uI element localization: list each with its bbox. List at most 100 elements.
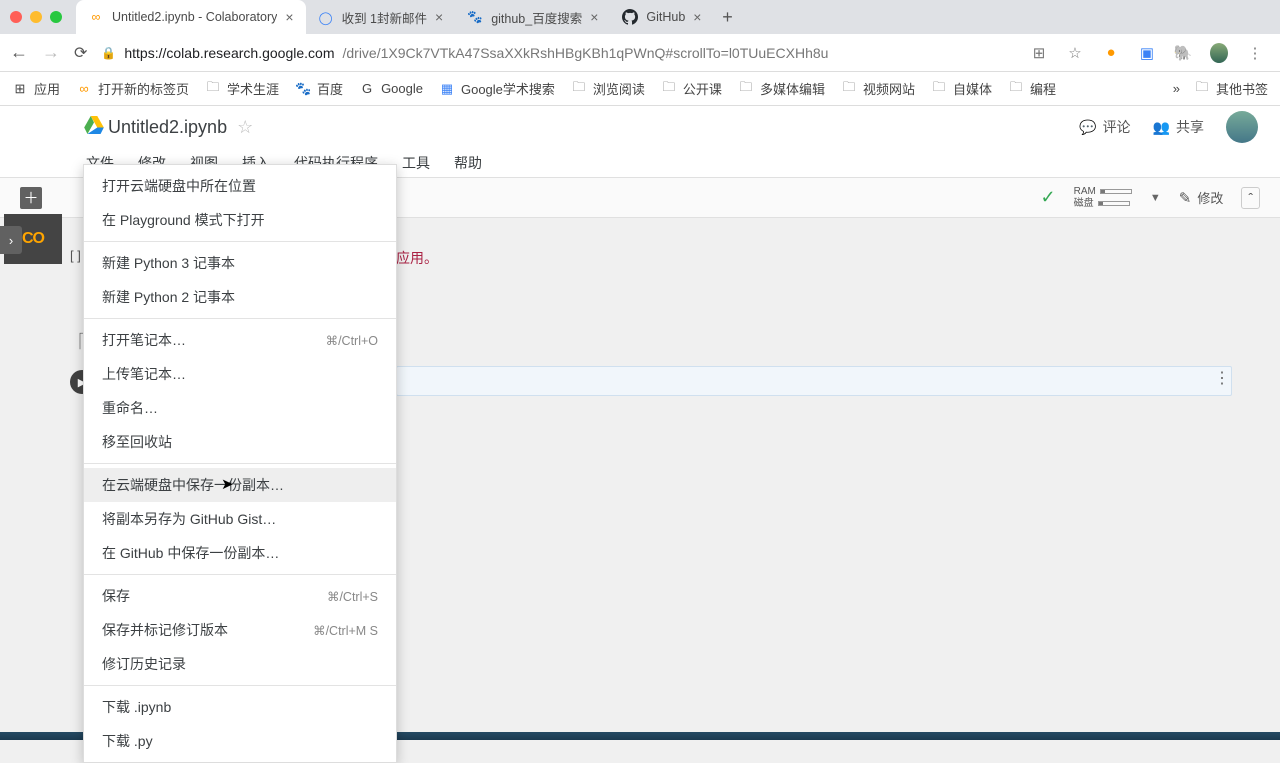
window-controls: [10, 11, 62, 23]
resource-meter[interactable]: RAM 磁盘: [1074, 186, 1132, 209]
apps-button[interactable]: ⊞应用: [12, 79, 60, 98]
bookmark-overflow[interactable]: »: [1173, 81, 1180, 96]
file-menu-item[interactable]: 打开云端硬盘中所在位置: [84, 169, 396, 203]
tab-mail[interactable]: ◯ 收到 1封新邮件 ×: [306, 0, 456, 34]
bookmark-folder[interactable]: 🗀视频网站: [841, 79, 915, 98]
new-tab-button[interactable]: +: [713, 7, 741, 28]
resource-dropdown[interactable]: ▼: [1150, 192, 1161, 204]
lock-icon: 🔒: [101, 46, 116, 60]
menu-item-label: 打开笔记本…: [102, 330, 186, 350]
tab-title: Untitled2.ipynb - Colaboratory: [112, 10, 277, 24]
bookmark-folder[interactable]: 🗀自媒体: [931, 79, 992, 98]
menu-item-label: 修订历史记录: [102, 654, 186, 674]
share-button[interactable]: 👥共享: [1153, 117, 1204, 137]
bookmark-scholar[interactable]: ▦Google学术搜索: [439, 79, 555, 98]
url-host: https://colab.research.google.com: [124, 45, 334, 61]
window-close-button[interactable]: [10, 11, 22, 23]
url-path: /drive/1X9Ck7VTkA47SsaXXkRshHBgKBh1qPWnQ…: [342, 45, 828, 61]
add-cell-button[interactable]: ＋: [20, 187, 42, 209]
tab-colab[interactable]: ∞ Untitled2.ipynb - Colaboratory ×: [76, 0, 306, 34]
close-tab-icon[interactable]: ×: [285, 9, 293, 25]
bookmark-folder[interactable]: 🗀学术生涯: [205, 79, 279, 98]
disk-bar: [1098, 201, 1130, 206]
ext-icon-3[interactable]: 🐘: [1174, 44, 1192, 62]
tab-baidu[interactable]: 🐾 github_百度搜索 ×: [455, 0, 610, 34]
menu-item-label: 上传笔记本…: [102, 364, 186, 384]
code-cell-input[interactable]: [396, 366, 1232, 396]
bookmark-baidu[interactable]: 🐾百度: [295, 79, 343, 98]
back-button[interactable]: ←: [10, 42, 28, 63]
bookmark-google[interactable]: GGoogle: [359, 81, 423, 97]
tab-strip: ∞ Untitled2.ipynb - Colaboratory × ◯ 收到 …: [0, 0, 1280, 34]
forward-button[interactable]: →: [42, 42, 60, 63]
bookmark-folder[interactable]: 🗀多媒体编辑: [738, 79, 825, 98]
file-menu-item[interactable]: 下载 .py: [84, 724, 396, 758]
menu-item-label: 在云端硬盘中保存一份副本…: [102, 475, 284, 495]
file-menu-item[interactable]: 保存⌘/Ctrl+S: [84, 579, 396, 613]
edit-mode-button[interactable]: ✎修改: [1179, 188, 1224, 207]
file-menu-item[interactable]: 重命名…: [84, 391, 396, 425]
close-tab-icon[interactable]: ×: [435, 9, 443, 25]
share-icon: 👥: [1153, 119, 1170, 136]
bookmarks-bar: ⊞应用 ∞打开新的标签页 🗀学术生涯 🐾百度 GGoogle ▦Google学术…: [0, 72, 1280, 106]
notebook-title[interactable]: Untitled2.ipynb: [104, 117, 227, 138]
tab-github[interactable]: GitHub ×: [610, 0, 713, 34]
star-button[interactable]: ☆: [227, 117, 253, 138]
menu-item-label: 移至回收站: [102, 432, 172, 452]
close-tab-icon[interactable]: ×: [590, 9, 598, 25]
bookmark-newtab[interactable]: ∞打开新的标签页: [76, 79, 189, 98]
file-menu-item[interactable]: 新建 Python 3 记事本: [84, 246, 396, 280]
bookmark-folder[interactable]: 🗀浏览阅读: [571, 79, 645, 98]
other-bookmarks[interactable]: 🗀其他书签: [1194, 79, 1268, 98]
pencil-icon: ✎: [1179, 189, 1192, 207]
ram-bar: [1100, 189, 1132, 194]
menu-tools[interactable]: 工具: [400, 151, 432, 175]
addr-icons: ⊞ ☆ ● ▣ 🐘 ⋮: [1030, 44, 1270, 62]
file-menu-dropdown: 打开云端硬盘中所在位置在 Playground 模式下打开新建 Python 3…: [83, 164, 397, 763]
file-menu-item[interactable]: 在云端硬盘中保存一份副本…: [84, 468, 396, 502]
drive-icon: [84, 116, 104, 139]
bookmark-folder[interactable]: 🗀编程: [1008, 79, 1056, 98]
cell-index: [ ]: [70, 248, 81, 263]
file-menu-item[interactable]: 新建 Python 2 记事本: [84, 280, 396, 314]
profile-avatar[interactable]: [1210, 44, 1228, 62]
window-zoom-button[interactable]: [50, 11, 62, 23]
ext-icon-2[interactable]: ▣: [1138, 44, 1156, 62]
collapse-header-button[interactable]: ˆ: [1241, 187, 1260, 209]
menu-shortcut: ⌘/Ctrl+S: [327, 589, 378, 604]
tab-title: GitHub: [646, 10, 685, 24]
colab-favicon: ∞: [88, 9, 104, 25]
ext-icon-1[interactable]: ●: [1102, 44, 1120, 62]
comments-button[interactable]: 💬评论: [1079, 117, 1130, 137]
file-menu-item[interactable]: 移至回收站: [84, 425, 396, 459]
file-menu-item[interactable]: 在 GitHub 中保存一份副本…: [84, 536, 396, 570]
menu-item-label: 在 GitHub 中保存一份副本…: [102, 543, 279, 563]
bookmark-folder[interactable]: 🗀公开课: [661, 79, 722, 98]
file-menu-item[interactable]: 下载 .ipynb: [84, 690, 396, 724]
file-menu-item[interactable]: 打开笔记本… ⌘/Ctrl+O: [84, 323, 396, 357]
expand-sidebar-button[interactable]: ›: [0, 226, 22, 254]
menu-item-label: 保存并标记修订版本: [102, 620, 228, 640]
menu-item-label: 下载 .py: [102, 731, 153, 751]
user-avatar[interactable]: [1226, 111, 1258, 143]
file-menu-item[interactable]: 保存并标记修订版本⌘/Ctrl+M S: [84, 613, 396, 647]
menu-shortcut: ⌘/Ctrl+O: [326, 333, 378, 348]
file-menu-item[interactable]: 上传笔记本…: [84, 357, 396, 391]
url-field[interactable]: 🔒 https://colab.research.google.com/driv…: [101, 45, 1016, 61]
file-menu-item[interactable]: 将副本另存为 GitHub Gist…: [84, 502, 396, 536]
reload-button[interactable]: ⟳: [74, 43, 87, 63]
menu-item-label: 在 Playground 模式下打开: [102, 210, 265, 230]
status-ok-icon: ✓: [1041, 187, 1056, 208]
close-tab-icon[interactable]: ×: [693, 9, 701, 25]
window-minimize-button[interactable]: [30, 11, 42, 23]
chrome-menu-icon[interactable]: ⋮: [1246, 44, 1264, 62]
cursor-icon: ➤: [221, 475, 234, 493]
menu-item-label: 重命名…: [102, 398, 158, 418]
file-menu-item[interactable]: 在 Playground 模式下打开: [84, 203, 396, 237]
star-icon[interactable]: ☆: [1066, 44, 1084, 62]
cell-more-menu[interactable]: ⋮: [1214, 368, 1230, 388]
install-app-icon[interactable]: ⊞: [1030, 44, 1048, 62]
file-menu-item[interactable]: 修订历史记录: [84, 647, 396, 681]
tab-title: 收到 1封新邮件: [342, 8, 427, 27]
menu-help[interactable]: 帮助: [452, 151, 484, 175]
